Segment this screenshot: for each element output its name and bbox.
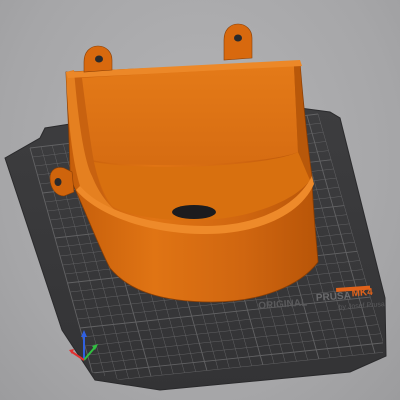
mount-tab-left[interactable] (83, 45, 113, 73)
brand-model: MK4 (351, 287, 373, 299)
bin-inner-back (80, 66, 298, 166)
mount-tab-right[interactable] (223, 23, 253, 61)
3d-viewport[interactable]: ORIGINAL PRUSA MK4 by Josef Prusa (0, 0, 400, 400)
bin-floor-hole (172, 205, 216, 219)
scene-canvas[interactable]: ORIGINAL PRUSA MK4 by Josef Prusa (0, 0, 400, 400)
